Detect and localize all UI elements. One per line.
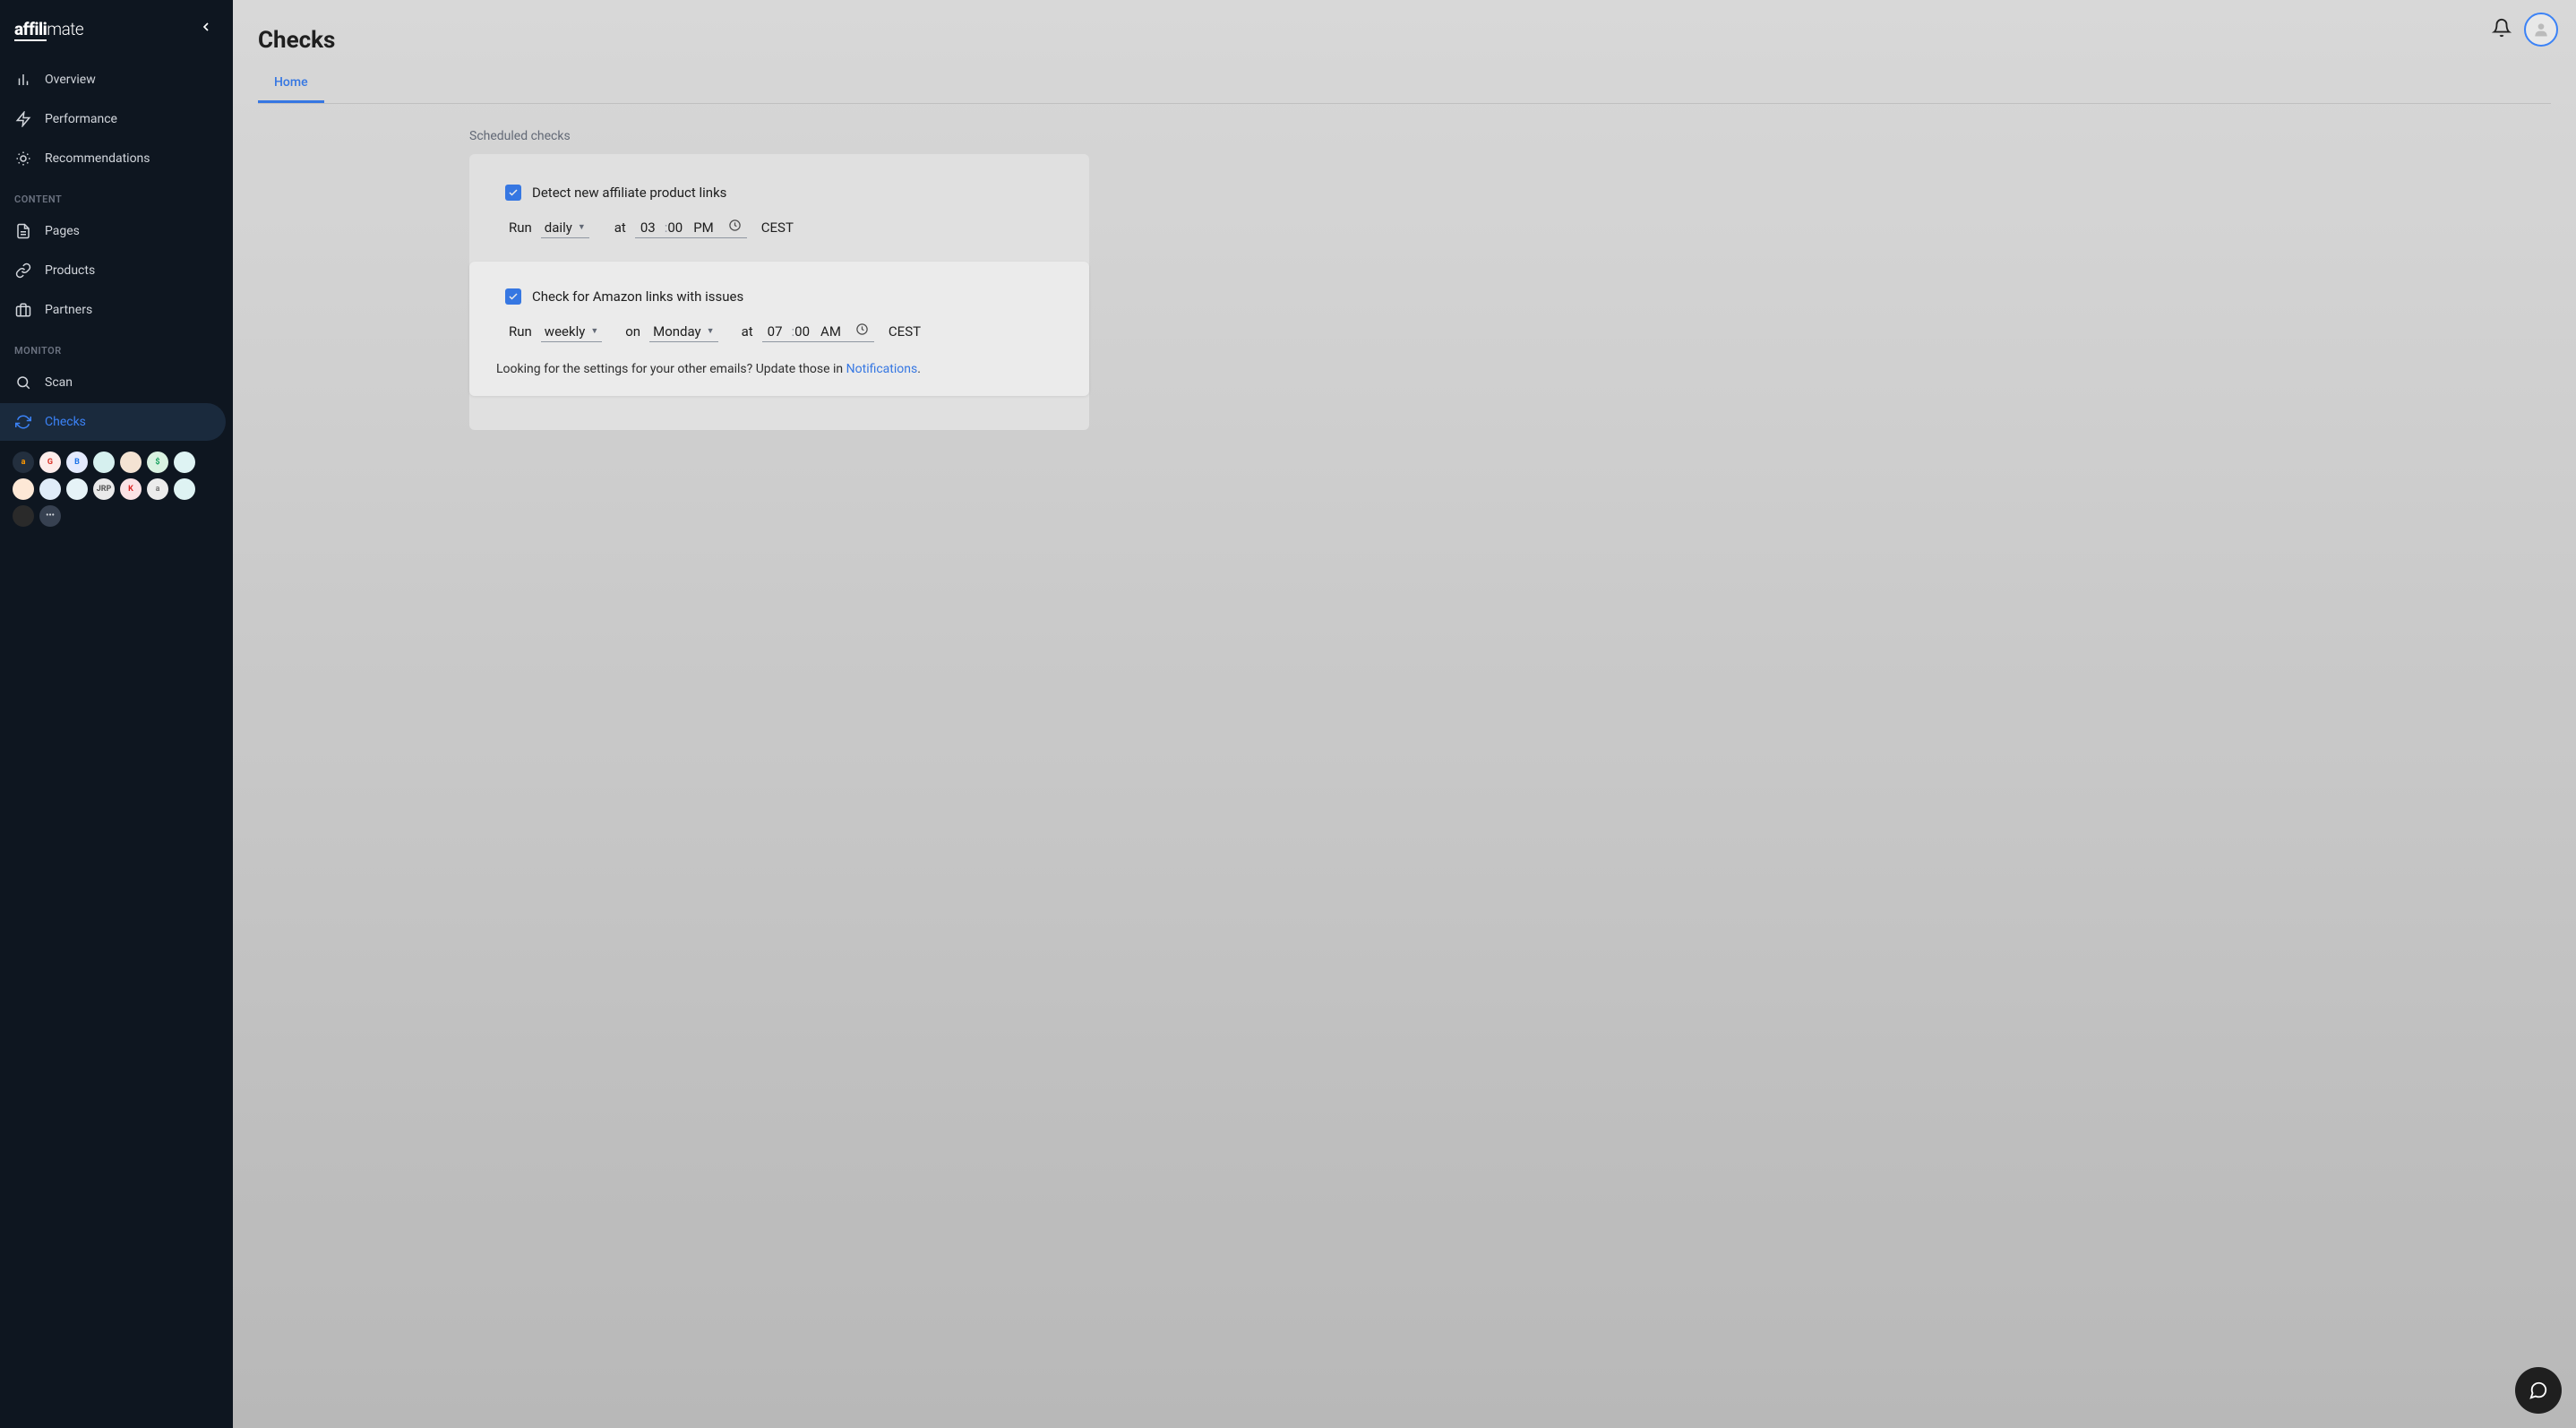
run-label: Run	[509, 323, 532, 340]
bar-chart-icon	[14, 71, 32, 89]
nav-item-checks[interactable]: Checks	[0, 403, 226, 441]
checkbox-detect-links[interactable]	[505, 185, 521, 201]
at-label: at	[614, 219, 626, 236]
partner-badge[interactable]	[174, 478, 195, 500]
bolt-icon	[14, 110, 32, 128]
search-icon	[14, 374, 32, 391]
nav-label: Performance	[45, 112, 117, 126]
schedule-row: Run weekly▼ on Monday▼ at 07:00	[505, 321, 1053, 342]
chevron-down-icon: ▼	[590, 326, 598, 336]
nav-label: Checks	[45, 415, 86, 429]
nav-section-title-content: CONTENT	[0, 183, 233, 212]
notifications-button[interactable]	[2492, 18, 2512, 41]
partner-badge[interactable]	[13, 478, 34, 500]
nav-label: Products	[45, 263, 95, 278]
partner-badge[interactable]	[13, 505, 34, 527]
briefcase-icon	[14, 301, 32, 319]
time-input[interactable]: 03:00 PM	[635, 217, 747, 238]
brand-logo[interactable]: affilimate	[14, 19, 83, 39]
scheduled-checks-card: Detect new affiliate product links Run d…	[469, 154, 1089, 430]
partner-badge[interactable]	[66, 478, 88, 500]
topbar	[233, 0, 2576, 59]
nav-item-recommendations[interactable]: Recommendations	[0, 140, 226, 177]
frequency-select[interactable]: daily▼	[541, 218, 589, 238]
checkbox-amazon-issues[interactable]	[505, 288, 521, 305]
clock-icon	[855, 323, 869, 340]
tab-home[interactable]: Home	[258, 65, 324, 103]
chevron-down-icon: ▼	[578, 222, 586, 232]
sidebar-header: affilimate	[0, 0, 233, 57]
partner-badge[interactable]: JRP	[93, 478, 115, 500]
clock-icon	[728, 219, 742, 236]
nav-section-title-monitor: MONITOR	[0, 334, 233, 364]
nav-item-partners[interactable]: Partners	[0, 291, 226, 329]
nav-item-performance[interactable]: Performance	[0, 100, 226, 138]
run-label: Run	[509, 219, 532, 236]
help-button[interactable]	[2515, 1367, 2562, 1414]
nav-label: Partners	[45, 303, 92, 317]
chevron-down-icon: ▼	[707, 326, 715, 336]
partner-badge[interactable]	[120, 452, 142, 473]
footer-text: Looking for the settings for your other …	[496, 362, 1053, 376]
sidebar-partner-badges: aGB$JRPKa•••	[0, 443, 233, 536]
partner-badge[interactable]: a	[13, 452, 34, 473]
partner-badge[interactable]: a	[147, 478, 168, 500]
partner-badge[interactable]	[93, 452, 115, 473]
partner-badge[interactable]	[174, 452, 195, 473]
check-label: Check for Amazon links with issues	[532, 288, 743, 305]
check-block-amazon-issues: Check for Amazon links with issues Run w…	[469, 262, 1089, 396]
timezone-label: CEST	[761, 219, 794, 236]
timezone-label: CEST	[889, 323, 921, 340]
partner-badge[interactable]: G	[39, 452, 61, 473]
partner-badge[interactable]: K	[120, 478, 142, 500]
section-title: Scheduled checks	[469, 129, 2551, 143]
nav-item-pages[interactable]: Pages	[0, 212, 226, 250]
nav-section-top: Overview Performance Recommendations	[0, 57, 233, 179]
check-block-detect-links: Detect new affiliate product links Run d…	[505, 185, 1053, 238]
at-label: at	[742, 323, 753, 340]
nav-label: Pages	[45, 224, 80, 238]
nav-section-monitor: MONITOR Scan Checks	[0, 331, 233, 443]
check-label: Detect new affiliate product links	[532, 185, 726, 201]
main-content: Checks Home Scheduled checks Detect new …	[233, 0, 2576, 1428]
nav-item-overview[interactable]: Overview	[0, 61, 226, 99]
frequency-select[interactable]: weekly▼	[541, 322, 602, 342]
on-label: on	[625, 323, 640, 340]
partner-badge[interactable]	[39, 478, 61, 500]
notifications-link[interactable]: Notifications	[846, 362, 918, 376]
sidebar: affilimate Overview Performance Recommen…	[0, 0, 233, 1428]
partner-badge[interactable]: B	[66, 452, 88, 473]
sidebar-collapse-button[interactable]	[193, 14, 219, 43]
partner-more-button[interactable]: •••	[39, 505, 61, 527]
document-icon	[14, 222, 32, 240]
link-icon	[14, 262, 32, 280]
schedule-row: Run daily▼ at 03:00 PM CEST	[505, 217, 1053, 238]
nav-item-scan[interactable]: Scan	[0, 364, 226, 401]
sun-icon	[14, 150, 32, 168]
nav-label: Overview	[45, 73, 96, 87]
user-avatar[interactable]	[2524, 13, 2558, 47]
partner-badge[interactable]: $	[147, 452, 168, 473]
refresh-icon	[14, 413, 32, 431]
time-input[interactable]: 07:00 AM	[762, 321, 874, 342]
nav-section-content: CONTENT Pages Products Partners	[0, 179, 233, 331]
nav-label: Recommendations	[45, 151, 150, 166]
nav-label: Scan	[45, 375, 73, 390]
nav-item-products[interactable]: Products	[0, 252, 226, 289]
tabs: Home	[258, 65, 2551, 104]
day-select[interactable]: Monday▼	[649, 322, 717, 342]
